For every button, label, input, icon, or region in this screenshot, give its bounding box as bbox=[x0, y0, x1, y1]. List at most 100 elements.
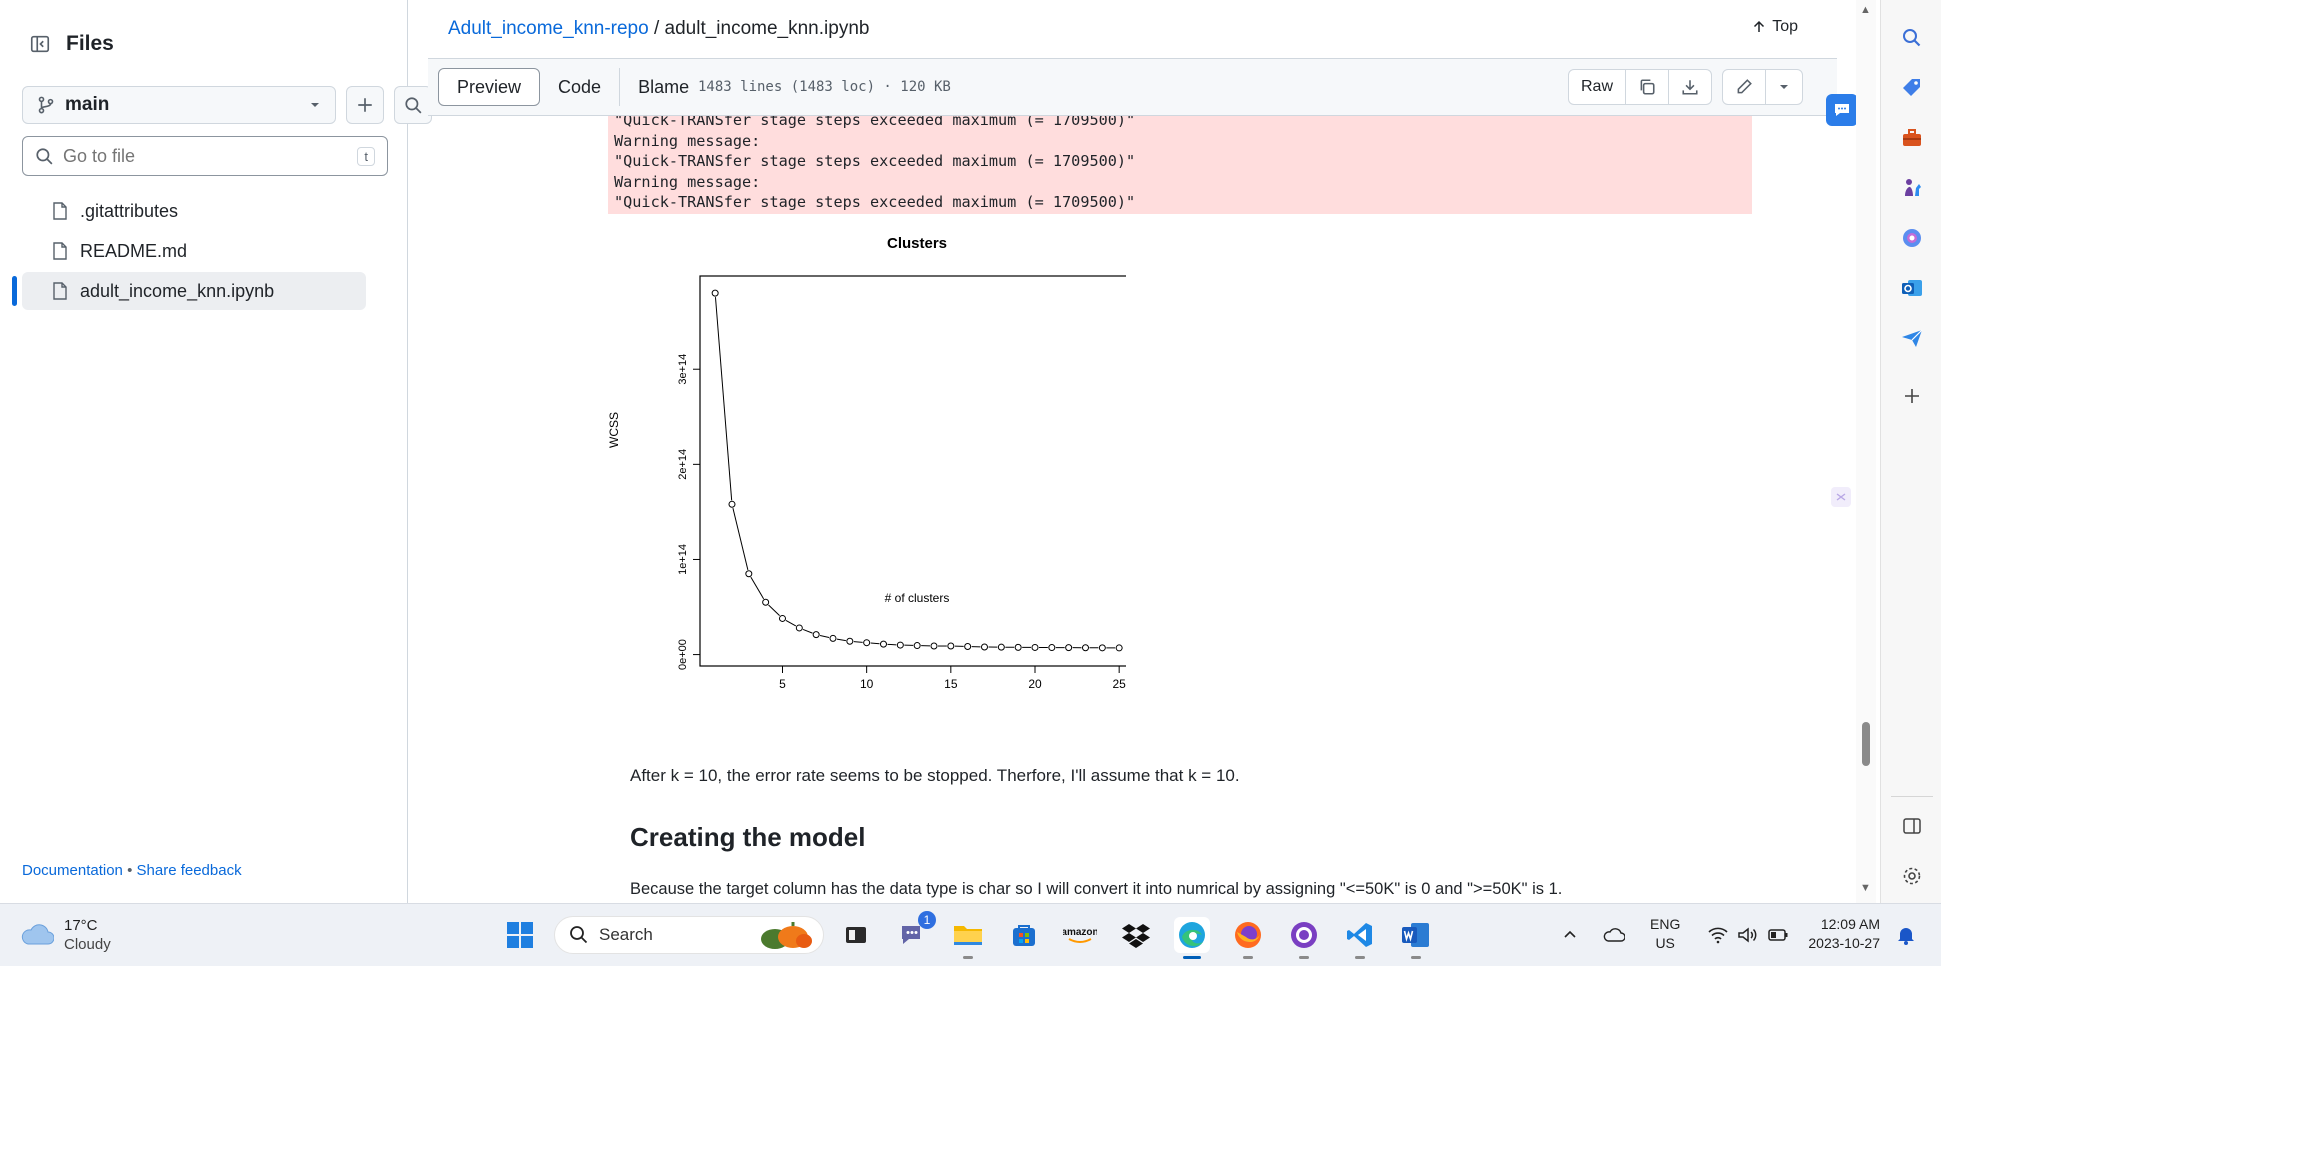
data-point bbox=[1098, 644, 1106, 652]
search-icon bbox=[36, 148, 53, 165]
file-tree: .gitattributes README.md adult_income_kn… bbox=[12, 192, 366, 312]
taskbar-app-word[interactable] bbox=[1398, 917, 1434, 959]
file-item-notebook[interactable]: adult_income_knn.ipynb bbox=[12, 272, 366, 310]
start-button[interactable] bbox=[502, 917, 538, 953]
top-button[interactable]: Top bbox=[1752, 18, 1798, 36]
copilot-icon[interactable] bbox=[1898, 224, 1926, 252]
send-icon[interactable] bbox=[1898, 324, 1926, 352]
chess-icon[interactable] bbox=[1898, 174, 1926, 202]
x-tick-label: 25 bbox=[1112, 677, 1126, 691]
arrow-up-icon bbox=[1754, 20, 1765, 32]
branch-selector[interactable]: main bbox=[22, 86, 336, 124]
data-point bbox=[1048, 644, 1056, 652]
weather-temp: 17°C bbox=[64, 917, 98, 934]
file-viewer: Adult_income_knn-repo / adult_income_knn… bbox=[428, 0, 1856, 903]
quick-settings-button[interactable] bbox=[1702, 917, 1794, 953]
file-item-gitattributes[interactable]: .gitattributes bbox=[22, 192, 366, 230]
branch-icon bbox=[38, 96, 54, 114]
raw-button[interactable]: Raw bbox=[1569, 70, 1625, 104]
weather-widget[interactable]: 17°C Cloudy bbox=[20, 916, 111, 954]
section-heading: Creating the model bbox=[630, 822, 866, 852]
outlook-icon[interactable] bbox=[1898, 274, 1926, 302]
taskbar-app-amazon[interactable]: amazon bbox=[1062, 917, 1098, 953]
taskbar-search[interactable]: Search bbox=[554, 916, 824, 954]
tab-blame[interactable]: Blame bbox=[619, 68, 707, 106]
pumpkin-icon bbox=[761, 922, 812, 949]
plus-icon bbox=[358, 98, 372, 112]
taskbar-app-taskview[interactable] bbox=[838, 917, 874, 953]
file-icon bbox=[52, 242, 68, 260]
page-scrollbar[interactable]: ▲ ▼ bbox=[1856, 0, 1876, 903]
firefox-icon bbox=[1235, 922, 1261, 948]
taskbar-app-store[interactable] bbox=[1006, 917, 1042, 953]
taskbar-app-firefox[interactable] bbox=[1230, 917, 1266, 959]
taskbar-app-edge[interactable] bbox=[1174, 917, 1210, 959]
scroll-up-arrow-icon[interactable]: ▲ bbox=[1860, 4, 1871, 16]
download-button[interactable] bbox=[1668, 70, 1711, 104]
y-tick-label: 0e+00 bbox=[677, 639, 689, 670]
scrollbar-thumb[interactable] bbox=[1862, 722, 1870, 766]
stderr-line: Warning message: bbox=[614, 172, 761, 191]
data-point bbox=[1115, 644, 1123, 652]
toolbox-icon[interactable] bbox=[1898, 124, 1926, 152]
screen: Files main t .gitattributes bbox=[0, 0, 1941, 966]
series-segment bbox=[714, 297, 733, 501]
side-handle-icon[interactable] bbox=[1830, 486, 1852, 508]
edit-button[interactable] bbox=[1723, 70, 1765, 104]
clock-time: 12:09 AM bbox=[1820, 916, 1880, 932]
language-indicator[interactable]: ENG US bbox=[1650, 916, 1680, 951]
taskbar-app-teams[interactable]: 1 bbox=[894, 911, 936, 953]
assistant-float-button[interactable] bbox=[1826, 94, 1858, 126]
windows-logo-icon bbox=[507, 922, 533, 948]
collapse-sidebar-button[interactable] bbox=[22, 26, 58, 62]
wifi-icon bbox=[1708, 927, 1728, 944]
scroll-down-arrow-icon[interactable]: ▼ bbox=[1860, 882, 1871, 894]
data-point bbox=[930, 642, 938, 650]
running-indicator bbox=[963, 956, 973, 959]
notifications-button[interactable] bbox=[1892, 917, 1920, 953]
data-point bbox=[745, 570, 753, 578]
tag-icon[interactable] bbox=[1898, 74, 1926, 102]
series-segment bbox=[836, 638, 846, 642]
copy-button[interactable] bbox=[1625, 70, 1668, 104]
taskbar-app-explorer[interactable] bbox=[950, 917, 986, 959]
tray-overflow-button[interactable] bbox=[1556, 917, 1584, 953]
store-icon bbox=[1013, 925, 1035, 946]
more-edit-options-button[interactable] bbox=[1765, 70, 1802, 104]
stderr-line: "Quick-TRANSfer stage steps exceeded max… bbox=[614, 116, 1136, 129]
search-icon[interactable] bbox=[1898, 24, 1926, 52]
plot-frame bbox=[699, 275, 1126, 667]
panel-icon[interactable] bbox=[1898, 812, 1926, 840]
breadcrumb-repo-link[interactable]: Adult_income_knn-repo bbox=[448, 18, 649, 39]
chevron-up-icon bbox=[1564, 930, 1576, 938]
tab-preview[interactable]: Preview bbox=[438, 68, 541, 106]
settings-icon[interactable] bbox=[1898, 862, 1926, 890]
data-point bbox=[964, 643, 972, 650]
tab-code[interactable]: Code bbox=[540, 68, 619, 106]
onedrive-tray[interactable] bbox=[1600, 917, 1628, 953]
data-point bbox=[711, 289, 719, 297]
file-meta: 1483 lines (1483 loc) · 120 KB bbox=[698, 79, 951, 95]
search-files-button[interactable] bbox=[394, 86, 432, 124]
go-to-file-input[interactable] bbox=[63, 145, 358, 167]
search-icon bbox=[570, 926, 588, 944]
share-feedback-link[interactable]: Share feedback bbox=[137, 862, 242, 879]
taskbar-app-dropbox[interactable] bbox=[1118, 917, 1154, 953]
active-indicator bbox=[1183, 956, 1201, 959]
documentation-link[interactable]: Documentation bbox=[22, 862, 123, 879]
clock[interactable]: 12:09 AM 2023-10-27 bbox=[1804, 916, 1880, 951]
data-point bbox=[947, 642, 955, 650]
plus-icon[interactable] bbox=[1898, 382, 1926, 410]
taskbar-app-vscode[interactable] bbox=[1342, 917, 1378, 959]
notification-badge: 1 bbox=[918, 911, 936, 929]
branch-row: main bbox=[22, 86, 432, 124]
file-item-readme[interactable]: README.md bbox=[22, 232, 366, 270]
series-segment bbox=[819, 635, 830, 639]
running-indicator bbox=[1411, 956, 1421, 959]
add-file-button[interactable] bbox=[346, 86, 384, 124]
go-to-file-box[interactable]: t bbox=[22, 136, 388, 176]
taskbar-app-github-desktop[interactable] bbox=[1286, 917, 1322, 959]
running-indicator bbox=[1299, 956, 1309, 959]
windows-taskbar: 17°C Cloudy Search 1 amazon ENG US 12:09… bbox=[0, 903, 1941, 966]
series-segment bbox=[768, 604, 780, 617]
